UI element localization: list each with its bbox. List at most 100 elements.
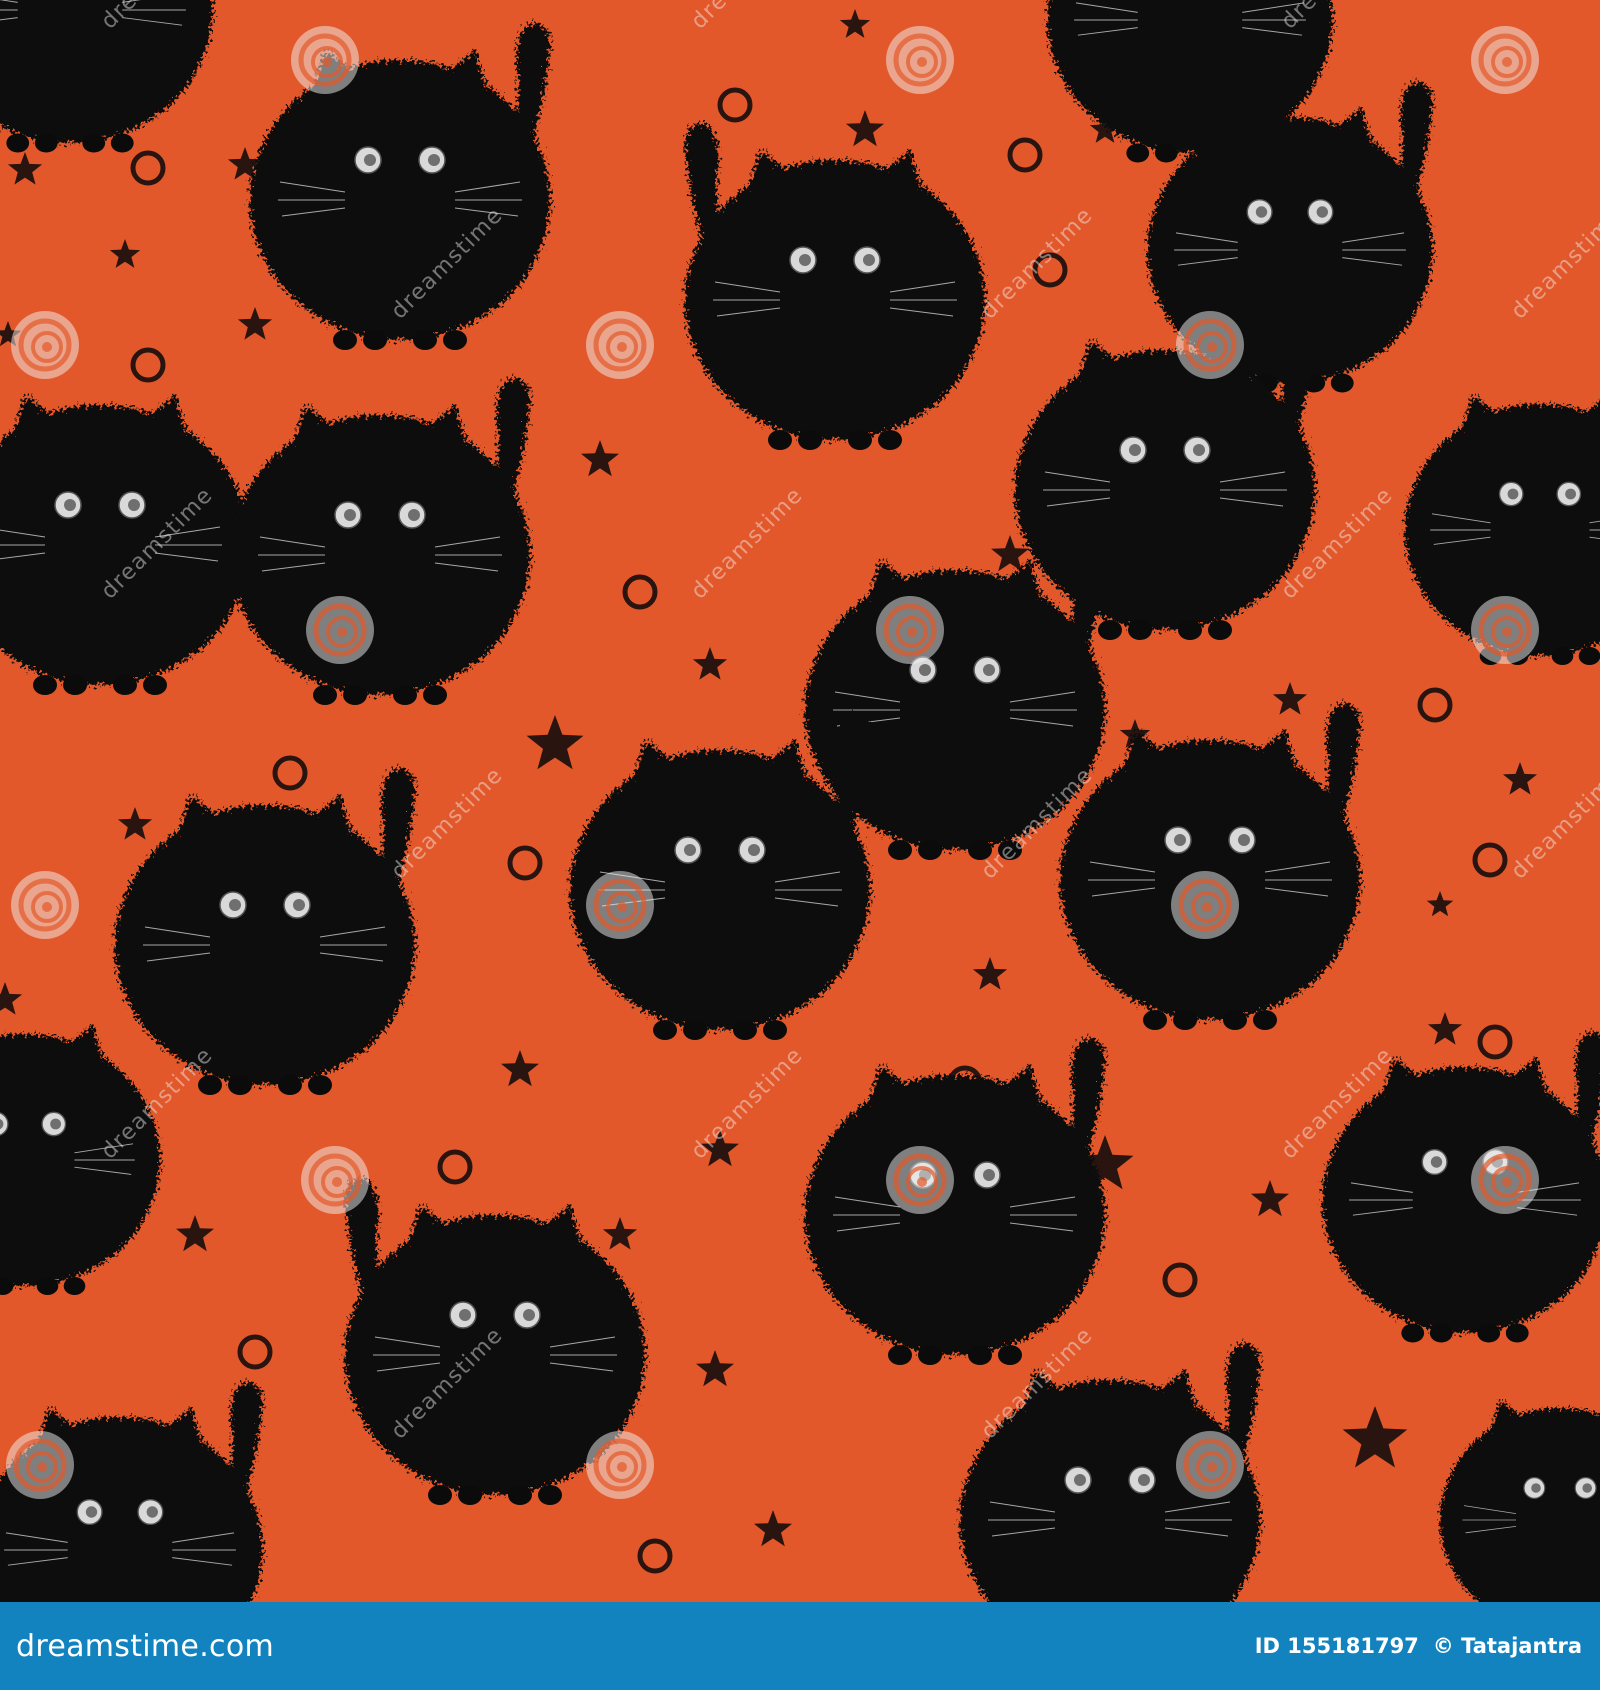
cat-paw [110,133,134,153]
watermark-spiral-icon [1471,596,1539,664]
watermark-spiral-icon [886,1146,954,1214]
cat-paw [423,685,447,705]
cat-paw [33,675,57,695]
cat-paw [198,1075,222,1095]
watermark-spiral-icon [6,1431,74,1499]
cat-paw [1128,620,1152,640]
cat-pupil [128,499,140,511]
cat-paw [1505,1323,1529,1343]
cat-paw [1578,647,1600,665]
cat-pupil [1238,834,1250,846]
cat-paw [313,685,337,705]
watermark-spiral-icon [586,871,654,939]
watermark-spiral-icon [306,596,374,664]
cat-paw [888,1345,912,1365]
cat-paw [458,1485,482,1505]
cat-paw [1154,143,1178,163]
cat-paw [1429,1323,1453,1343]
author-credit[interactable]: © Tatajantra [1433,1634,1582,1658]
cat-paw [653,1020,677,1040]
cat-pupil [983,1169,995,1181]
cat-paw [1477,1323,1501,1343]
watermark-spiral-icon [11,871,79,939]
cat-pupil [293,899,305,911]
footer-bar: dreamstime.com ID 155181797 © Tatajantra [0,1602,1600,1690]
watermark-spiral-icon [11,311,79,379]
cat-pupil [1531,1483,1541,1493]
cat-pupil [863,254,875,266]
cat-paw [733,1020,757,1040]
cat-paw [998,1345,1022,1365]
cat-pupil [1193,444,1205,456]
cat-paw [878,430,902,450]
cat-pupil [64,499,76,511]
cat-pupil [229,899,241,911]
cat-paw [363,330,387,350]
cat-paw [393,685,417,705]
cat-pupil [459,1309,471,1321]
watermark-spiral-icon [1176,1431,1244,1499]
watermark-spiral-icon [1471,1146,1539,1214]
cat-paw [278,1075,302,1095]
cat-pupil [146,1506,158,1518]
cat-paw [798,430,822,450]
image-meta: ID 155181797 © Tatajantra [1255,1634,1582,1658]
cat-paw [848,430,872,450]
cat-paw [1173,1010,1197,1030]
cat-paw [1126,143,1150,163]
watermark-spiral-icon [876,596,944,664]
cat-paw [333,330,357,350]
cat-pupil [50,1118,61,1130]
cat-paw [82,133,106,153]
cat-pupil [85,1506,98,1518]
cat-paw [968,1345,992,1365]
cat-pupil [983,664,995,676]
cat-paw [768,430,792,450]
cat-pupil [1074,1474,1086,1486]
cat-pupil [1582,1483,1592,1493]
cat-paw [63,675,87,695]
cat-paw [888,840,912,860]
cat-paw [6,133,30,153]
cat-paw [1551,647,1574,665]
cat-paw [143,675,167,695]
cat-paw [228,1075,252,1095]
cat-paw [428,1485,452,1505]
image-id: ID 155181797 [1254,1634,1419,1658]
cat-paw [1401,1323,1425,1343]
cat-paw [443,330,467,350]
cat-pupil [1174,834,1186,846]
watermark-spiral-icon [301,1146,369,1214]
cat-paw [308,1075,332,1095]
watermark-spiral-icon [586,1431,654,1499]
cat-paw [113,675,137,695]
watermark-spiral-icon [291,26,359,94]
cat-pupil [1316,206,1328,218]
watermark-spiral-icon [886,26,954,94]
site-name[interactable]: dreamstime.com [16,1629,274,1664]
cat-pupil [344,509,356,521]
cat-paw [413,330,437,350]
cat-paw [1143,1010,1167,1030]
watermark-spiral-icon [586,311,654,379]
cat-paw [1223,1010,1247,1030]
watermark-spiral-icon [1171,871,1239,939]
cat-pupil [919,664,931,676]
cat-paw [1253,1010,1277,1030]
cat-paw [1330,373,1354,393]
cat-paw [343,685,367,705]
watermark-spiral-icon [1176,311,1244,379]
cat-paw [508,1485,532,1505]
cat-pupil [748,844,760,856]
cat-pupil [1255,206,1268,218]
cat-paw [63,1277,86,1295]
cat-pupil [1138,1474,1150,1486]
cat-pupil [1430,1156,1443,1168]
watermark-spiral-icon [1471,26,1539,94]
cat-pupil [799,254,811,266]
cat-pupil [1507,488,1519,500]
cat-paw [1178,620,1202,640]
cat-pupil [1129,444,1141,456]
cat-pupil [523,1309,535,1321]
cat-pupil [408,509,420,521]
